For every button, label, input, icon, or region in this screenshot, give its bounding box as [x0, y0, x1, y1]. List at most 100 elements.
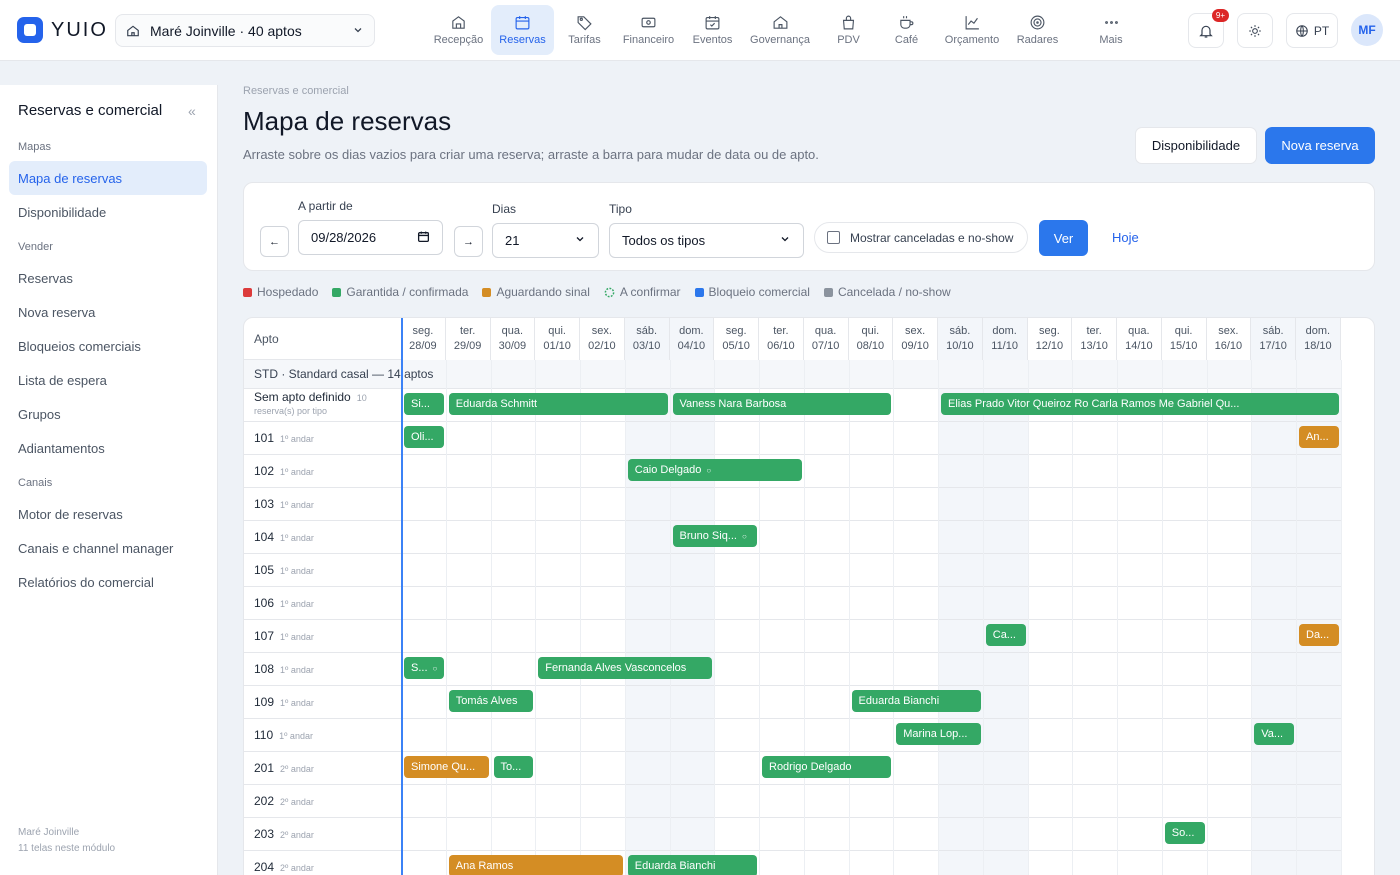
pending-icon: ○: [432, 663, 438, 673]
ver-button[interactable]: Ver: [1039, 220, 1088, 256]
reservation-bar[interactable]: Eduarda Bianchi: [627, 855, 757, 875]
reservation-bar[interactable]: Elias Prado Vitor Queiroz Ro Carla Ramos…: [941, 393, 1339, 415]
reservation-bar[interactable]: Da...: [1299, 624, 1339, 646]
reservation-bar[interactable]: S... ○: [404, 657, 444, 679]
sidebar-item[interactable]: Nova reserva: [9, 295, 207, 329]
reception-icon: [452, 16, 465, 29]
target-icon: [1030, 15, 1045, 30]
date-label: A partir de: [298, 199, 353, 213]
reservation-bar[interactable]: Tomás Alves: [448, 690, 534, 712]
room-row-label[interactable]: 107 1º andar: [254, 629, 314, 643]
theme-toggle-button[interactable]: [1237, 13, 1273, 48]
reservation-bar[interactable]: Eduarda Schmitt: [448, 393, 668, 415]
next-period-button[interactable]: →: [454, 226, 483, 257]
coffee-icon: [900, 16, 914, 29]
sidebar-item[interactable]: Relatórios do comercial: [9, 565, 207, 599]
new-reservation-button[interactable]: Nova reserva: [1265, 127, 1375, 164]
room-row-label[interactable]: 101 1º andar: [254, 431, 314, 445]
notifications-button[interactable]: 9+: [1188, 9, 1229, 48]
reservation-bar[interactable]: Marina Lop...: [896, 723, 981, 745]
reservation-bar[interactable]: Caio Delgado ○: [627, 459, 802, 481]
reservation-bar[interactable]: Rodrigo Delgado: [762, 756, 892, 778]
day-column-header: sex. 09/10: [893, 318, 938, 360]
room-row-label[interactable]: 109 1º andar: [254, 695, 314, 709]
house-icon: [773, 16, 787, 29]
availability-button[interactable]: Disponibilidade: [1135, 127, 1257, 164]
room-row-label[interactable]: 201 2º andar: [254, 761, 314, 775]
show-cancelled-checkbox[interactable]: Mostrar canceladas e no-show: [814, 222, 1028, 253]
reservation-bar[interactable]: Va...: [1254, 723, 1294, 745]
nav-item-eventos[interactable]: Eventos: [682, 5, 743, 55]
language-button[interactable]: PT: [1286, 13, 1338, 48]
room-row-label[interactable]: 105 1º andar: [254, 563, 314, 577]
room-floor: 1º andar: [280, 533, 314, 543]
logo[interactable]: YUIO: [17, 17, 108, 43]
room-row-label[interactable]: 104 1º andar: [254, 530, 314, 544]
today-button[interactable]: Hoje: [1112, 230, 1139, 245]
nav-item-mais[interactable]: Mais: [1064, 5, 1158, 55]
nav-item-label: Reservas: [499, 34, 546, 46]
reservation-bar[interactable]: So...: [1164, 822, 1205, 844]
sidebar-collapse-button[interactable]: «: [188, 103, 196, 119]
nav-item-orcamento[interactable]: Orçamento: [933, 5, 1011, 55]
sidebar-item[interactable]: Reservas: [9, 261, 207, 295]
nav-item-reservas[interactable]: Reservas: [491, 5, 554, 55]
checkbox-box[interactable]: [827, 231, 840, 244]
room-row-label[interactable]: 108 1º andar: [254, 662, 314, 676]
reservation-bar[interactable]: Si...: [404, 393, 444, 415]
sidebar-item[interactable]: Adiantamentos: [9, 431, 207, 465]
reservation-bar[interactable]: Oli...: [404, 426, 444, 448]
avatar[interactable]: MF: [1351, 14, 1383, 46]
sidebar-item[interactable]: Grupos: [9, 397, 207, 431]
day-column-header: ter. 29/09: [446, 318, 491, 360]
day-weekday: sáb.: [949, 325, 971, 337]
reservation-bar[interactable]: To...: [493, 756, 534, 778]
room-row-label[interactable]: 203 2º andar: [254, 827, 314, 841]
reservation-guest: Tomás Alves: [455, 695, 518, 707]
reservation-bar[interactable]: Simone Qu...: [404, 756, 489, 778]
day-date: 10/10: [946, 340, 974, 352]
legend-item: Bloqueio comercial: [694, 285, 810, 299]
sidebar-item[interactable]: Canais e channel manager: [9, 531, 207, 565]
sidebar-item[interactable]: Mapa de reservas: [9, 161, 207, 195]
reservation-bar[interactable]: Eduarda Bianchi: [851, 690, 981, 712]
nav-item-cafe[interactable]: Café: [880, 5, 933, 55]
room-row-label[interactable]: 202 2º andar: [254, 794, 314, 808]
room-row-label[interactable]: 110 1º andar: [254, 728, 313, 742]
days-select[interactable]: 21: [492, 223, 599, 258]
type-value: Todos os tipos: [622, 233, 706, 248]
previous-period-button[interactable]: ←: [260, 226, 289, 257]
reservation-bar[interactable]: Vaness Nara Barbosa: [672, 393, 892, 415]
sidebar-item[interactable]: Lista de espera: [9, 363, 207, 397]
reservation-bar[interactable]: Ana Ramos: [448, 855, 623, 875]
start-date-input[interactable]: 09/28/2026: [298, 220, 443, 255]
room-row-label[interactable]: 204 2º andar: [254, 860, 314, 874]
status-legend: Hospedado Garantida / confirmada Aguardand…: [243, 285, 951, 299]
day-date: 09/10: [901, 340, 929, 352]
nav-item-pdv[interactable]: PDV: [817, 5, 880, 55]
reservation-bar[interactable]: Fernanda Alves Vasconcelos: [538, 657, 713, 679]
main-nav: Recepção Reservas Tarifas Financeiro Eventos…: [426, 5, 1158, 55]
legend-swatch: [482, 287, 492, 297]
room-row-label[interactable]: 106 1º andar: [254, 596, 314, 610]
room-number: 110: [254, 728, 274, 742]
reservation-guest: Elias Prado Vitor Queiroz Ro Carla Ramos…: [948, 398, 1240, 410]
reservation-bar[interactable]: An...: [1299, 426, 1339, 448]
reservation-bar[interactable]: Bruno Siq... ○: [672, 525, 757, 547]
hotel-selector[interactable]: Maré Joinville · 40 aptos: [115, 14, 375, 47]
reservation-bar[interactable]: Ca...: [985, 624, 1026, 646]
room-row-label[interactable]: 102 1º andar: [254, 464, 314, 478]
breadcrumb[interactable]: Reservas e comercial: [243, 85, 349, 97]
legend-swatch: [823, 287, 833, 297]
nav-item-governanca[interactable]: Governança: [743, 5, 817, 55]
sidebar-item[interactable]: Bloqueios comerciais: [9, 329, 207, 363]
sidebar-item[interactable]: Disponibilidade: [9, 195, 207, 229]
type-select[interactable]: Todos os tipos: [609, 223, 804, 258]
nav-item-financeiro[interactable]: Financeiro: [615, 5, 682, 55]
nav-item-tarifas[interactable]: Tarifas: [554, 5, 615, 55]
filters-panel: ← A partir de 09/28/2026 → Dias 21 Tipo …: [243, 182, 1375, 271]
nav-item-recepcao[interactable]: Recepção: [426, 5, 491, 55]
nav-item-radares[interactable]: Radares: [1011, 5, 1064, 55]
sidebar-item[interactable]: Motor de reservas: [9, 497, 207, 531]
room-row-label[interactable]: 103 1º andar: [254, 497, 314, 511]
